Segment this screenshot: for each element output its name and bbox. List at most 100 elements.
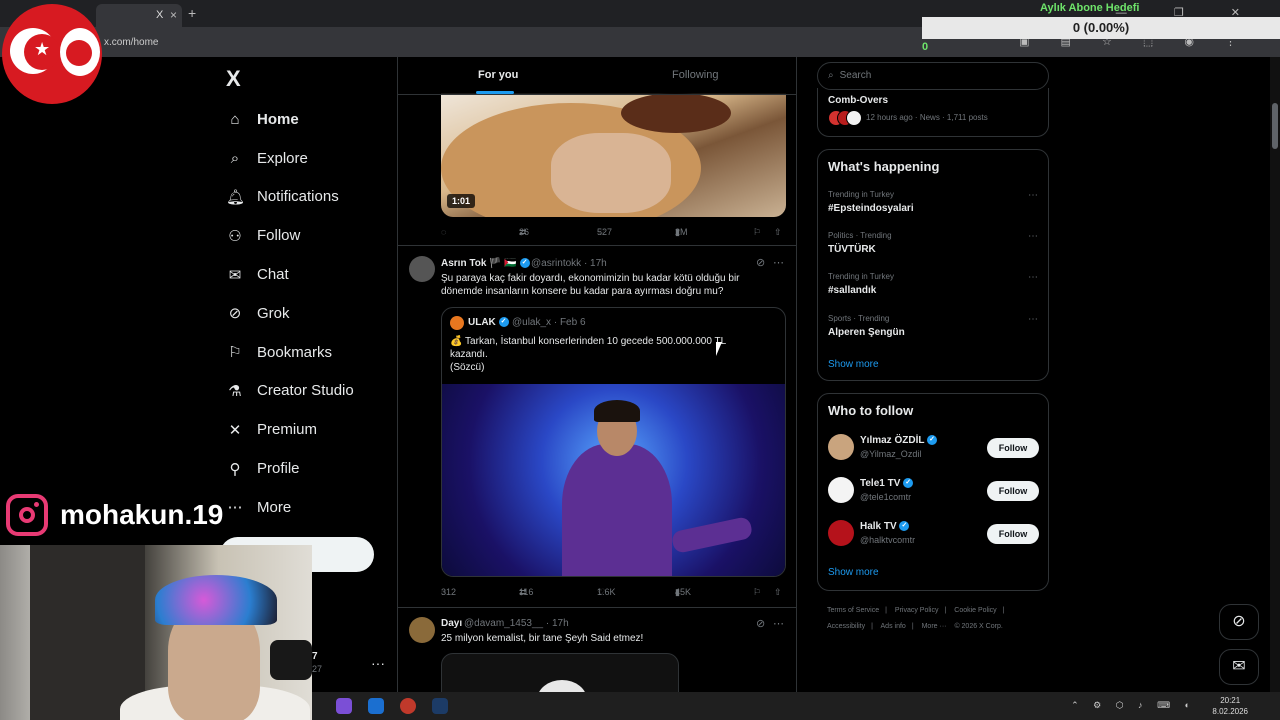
account-menu-icon[interactable]: ··· [371,655,385,671]
author-name-text: Asrın Tok [441,258,487,269]
nav-item-chat[interactable]: ✉ Chat [226,255,354,294]
app-icon[interactable] [368,698,384,714]
video-hand [551,133,671,213]
taskbar-clock[interactable]: 20:21 8.02.2026 [1212,695,1248,717]
show-more-link[interactable]: Show more [828,359,879,370]
tweet-divider [398,245,796,246]
grok-float-button[interactable]: ⊘ [1219,604,1259,640]
steam-icon[interactable] [432,698,448,714]
follow-name: Yılmaz ÖZDİL ✓ [860,435,938,446]
tweet-author-handle[interactable]: @asrintokk · 17h [531,258,607,269]
share-icon[interactable]: ⇧ [774,587,782,598]
trend-context: Politics · Trending [828,231,892,240]
share-icon[interactable]: ⇧ [774,227,782,238]
tweet-video[interactable]: 1:01 [441,93,786,217]
tweet-author-name[interactable]: Asrın Tok 🏴 🇵🇸 ✓ [441,258,530,269]
nav-item-bookmarks[interactable]: ⚐ Bookmarks [226,333,354,372]
quote-image[interactable] [442,384,785,576]
show-more-link[interactable]: Show more [828,567,879,578]
reply-icon[interactable]: ◌ [441,227,446,237]
follow-handle: @halktvcomtr [860,535,916,545]
trend-menu-icon[interactable]: ⋯ [1028,314,1038,325]
tab-following[interactable]: Following [672,69,718,81]
messages-float-button[interactable]: ✉ [1219,649,1259,685]
o-center [66,40,92,66]
scroll-thumb[interactable] [1272,103,1278,149]
nav-label: Creator Studio [257,382,354,400]
footer-link[interactable]: Ads info [881,623,906,630]
nav-item-creator-studio[interactable]: ⚗ Creator Studio [226,372,354,411]
footer-link[interactable]: Terms of Service [827,607,879,614]
nav-item-premium[interactable]: ✕ Premium [226,410,354,449]
bookmark-icon[interactable]: ⚐ [753,587,761,598]
clock-time: 20:21 [1220,696,1241,705]
tweet-menu-icon[interactable]: ⋯ [773,256,784,269]
nav-item-more[interactable]: ⋯ More [226,488,354,527]
trend-menu-icon[interactable]: ⋯ [1028,272,1038,283]
nav-item-profile[interactable]: ⚲ Profile [226,449,354,488]
nav-label: Explore [257,149,308,167]
goal-progress-bar: 0 (0.00%) [922,17,1280,39]
webcam-microphone [270,640,312,680]
footer-link[interactable]: Privacy Policy [895,607,939,614]
trend-menu-icon[interactable]: ⋯ [1028,190,1038,201]
tweet-author-handle[interactable]: @davam_1453__ · 17h [464,618,569,629]
flask-icon: ⚗ [228,382,242,400]
news-card[interactable]: Comb-Overs 12 hours ago · News · 1,711 p… [817,88,1049,137]
nav-label: Chat [257,266,289,284]
x-icon: ✕ [228,421,242,439]
video-duration: 1:01 [447,194,476,208]
app-icon[interactable] [336,698,352,714]
view-count: 2M [675,227,688,237]
follow-button[interactable]: Follow [987,438,1039,458]
goal-title: Aylık Abone Hedefi [1040,2,1140,14]
quote-author-name: ULAK ✓ [468,317,509,328]
timeline[interactable]: For you Following 1:01 ◌ ⇄ 26 ♡ 527 ▮ 2M… [397,57,797,720]
search-icon: ⌕ [828,70,834,81]
account-name[interactable]: 7 [312,651,318,662]
tweet-author-name[interactable]: Dayı [441,618,462,629]
nav-item-grok[interactable]: ⊘ Grok [226,294,354,333]
instagram-handle: mohakun.19 [60,499,224,530]
mail-icon: ✉ [228,266,242,284]
nav-label: Notifications [257,188,339,206]
browser-tab-x[interactable]: X × [96,4,182,27]
avatar[interactable] [409,256,435,282]
follow-button[interactable]: Follow [987,524,1039,544]
avatar[interactable] [409,617,435,643]
search-input[interactable]: ⌕ Search [817,62,1049,90]
active-tab-indicator [476,91,514,94]
quoted-tweet[interactable]: ULAK ✓ @ulak_x · Feb 6 💰 Tarkan, İstanbu… [441,307,786,577]
nav-item-notifications[interactable]: 🔔︎ Notifications [226,178,354,217]
home-icon: ⌂ [230,110,240,128]
grok-icon[interactable]: ⊘ [756,617,765,630]
nav-item-home[interactable]: ⌂ Home [226,100,354,139]
footer-separator: | [911,623,914,630]
nav-label: Grok [257,304,290,322]
grok-icon: ⊘ [228,305,242,323]
grok-icon[interactable]: ⊘ [756,256,765,269]
tab-for-you[interactable]: For you [478,69,518,81]
trend-menu-icon[interactable]: ⋯ [1028,231,1038,242]
retweet-count: 26 [519,227,530,237]
bookmark-icon[interactable]: ⚐ [753,227,761,238]
url-field[interactable]: x.com/home [104,37,158,48]
verified-icon: ✓ [519,258,530,269]
nav-item-explore[interactable]: ⌕ Explore [226,139,354,178]
verified-icon: ✓ [903,478,914,489]
tab-close-icon[interactable]: × [170,8,177,22]
page-scrollbar[interactable] [1270,57,1280,692]
footer-link[interactable]: More ··· [922,623,947,630]
system-tray-icons[interactable]: ⌃ ⚙ ⬡ ♪ ⌨ ◐ [1071,700,1196,711]
new-tab-button[interactable]: + [188,5,196,21]
goal-value: 0 (0.00%) [1072,20,1130,35]
footer-link[interactable]: Accessibility [827,623,865,630]
x-logo-icon[interactable]: X [226,66,241,92]
follow-button[interactable]: Follow [987,481,1039,501]
tweet-menu-icon[interactable]: ⋯ [773,617,784,630]
follow-handle: @tele1comtr [860,492,912,502]
footer-link[interactable]: Cookie Policy [954,607,996,614]
nav-label: Home [257,110,299,128]
app-icon[interactable] [400,698,416,714]
nav-item-follow[interactable]: ⚇ Follow [226,216,354,255]
